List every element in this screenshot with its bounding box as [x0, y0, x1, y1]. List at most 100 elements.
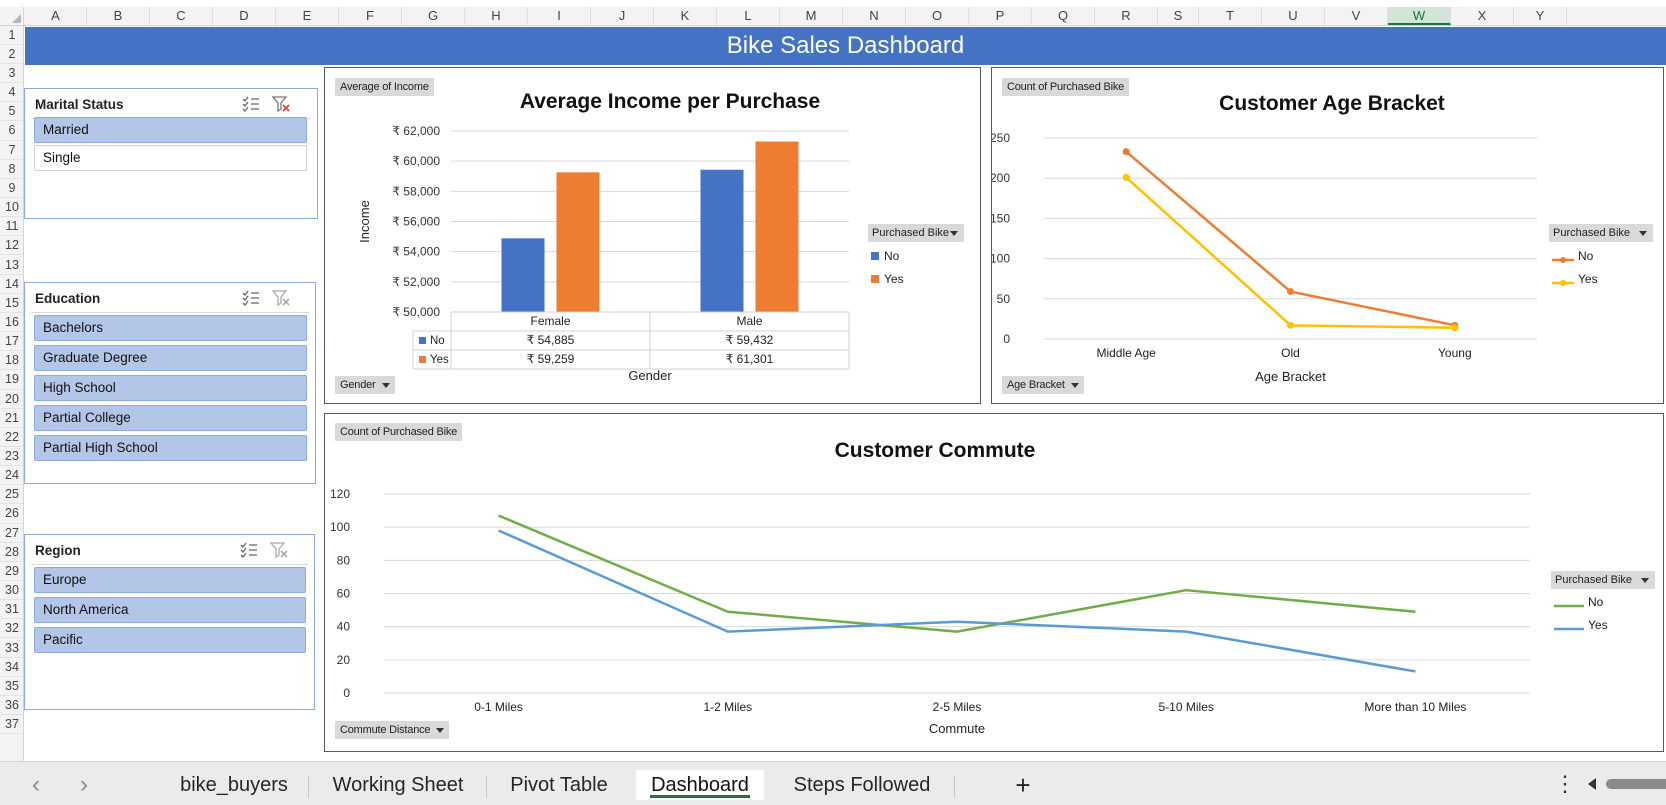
row-header-13[interactable]: 13 — [0, 256, 23, 275]
row-header-28[interactable]: 28 — [0, 543, 23, 562]
row-header-14[interactable]: 14 — [0, 275, 23, 294]
row-header-5[interactable]: 5 — [0, 102, 23, 122]
row-header-32[interactable]: 32 — [0, 619, 23, 639]
row-header-18[interactable]: 18 — [0, 351, 23, 371]
row-header-9[interactable]: 9 — [0, 179, 23, 199]
row-header-22[interactable]: 22 — [0, 428, 23, 447]
column-header-p[interactable]: P — [969, 7, 1032, 25]
column-header-k[interactable]: K — [654, 7, 717, 25]
row-header-3[interactable]: 3 — [0, 64, 23, 84]
row-header-16[interactable]: 16 — [0, 313, 23, 333]
row-header-17[interactable]: 17 — [0, 332, 23, 352]
slicer-item-single[interactable]: Single — [34, 145, 307, 171]
column-header-d[interactable]: D — [213, 7, 276, 25]
row-header-12[interactable]: 12 — [0, 236, 23, 256]
column-header-q[interactable]: Q — [1032, 7, 1095, 25]
row-header-11[interactable]: 11 — [0, 217, 23, 237]
slicer-education[interactable]: Education Bachelors Graduate Degree High… — [24, 282, 316, 484]
row-header-2[interactable]: 2 — [0, 45, 23, 64]
column-header-g[interactable]: G — [402, 7, 465, 25]
column-header-r[interactable]: R — [1095, 7, 1158, 25]
select-all-corner[interactable] — [0, 7, 24, 25]
row-header-29[interactable]: 29 — [0, 562, 23, 582]
column-header-s[interactable]: S — [1158, 7, 1199, 25]
column-header-i[interactable]: I — [528, 7, 591, 25]
row-header-15[interactable]: 15 — [0, 294, 23, 313]
sheet-tab-dashboard[interactable]: Dashboard — [636, 770, 764, 800]
row-header-6[interactable]: 6 — [0, 121, 23, 141]
multi-select-icon[interactable] — [239, 541, 259, 559]
slicer-item-high-school[interactable]: High School — [34, 375, 307, 401]
axis-field-button[interactable]: Gender — [335, 376, 395, 394]
slicer-item-north-america[interactable]: North America — [34, 597, 306, 623]
column-header-v[interactable]: V — [1325, 7, 1388, 25]
column-header-x[interactable]: X — [1451, 7, 1514, 25]
more-options-icon[interactable]: ⋮ — [1554, 771, 1576, 797]
column-header-n[interactable]: N — [843, 7, 906, 25]
legend-filter-button[interactable]: Purchased Bike — [868, 224, 964, 242]
sheet-tab-bike-buyers[interactable]: bike_buyers — [168, 770, 300, 800]
chart-average-income[interactable]: Average of Income Average Income per Pur… — [324, 67, 981, 404]
column-header-b[interactable]: B — [87, 7, 150, 25]
row-header-36[interactable]: 36 — [0, 696, 23, 716]
slicer-item-partial-high-school[interactable]: Partial High School — [34, 435, 307, 461]
slicer-item-married[interactable]: Married — [34, 117, 307, 143]
column-header-o[interactable]: O — [906, 7, 969, 25]
column-header-f[interactable]: F — [339, 7, 402, 25]
row-header-23[interactable]: 23 — [0, 447, 23, 467]
legend-filter-button[interactable]: Purchased Bike — [1549, 224, 1653, 242]
chart-customer-commute[interactable]: Count of Purchased Bike Customer Commute… — [324, 413, 1664, 752]
column-header-u[interactable]: U — [1262, 7, 1325, 25]
row-header-7[interactable]: 7 — [0, 141, 23, 160]
row-header-19[interactable]: 19 — [0, 370, 23, 390]
legend-filter-button[interactable]: Purchased Bike — [1551, 571, 1655, 589]
axis-field-button[interactable]: Commute Distance — [335, 721, 450, 739]
column-header-a[interactable]: A — [25, 7, 87, 25]
column-header-h[interactable]: H — [465, 7, 528, 25]
slicer-item-bachelors[interactable]: Bachelors — [34, 315, 307, 341]
sheet-tab-working-sheet[interactable]: Working Sheet — [316, 770, 480, 800]
scroll-tabs-left-icon[interactable]: ‹ — [32, 771, 40, 799]
clear-filter-icon[interactable] — [269, 541, 289, 559]
row-header-21[interactable]: 21 — [0, 409, 23, 428]
column-header-c[interactable]: C — [150, 7, 213, 25]
row-header-8[interactable]: 8 — [0, 160, 23, 179]
row-header-20[interactable]: 20 — [0, 390, 23, 409]
row-header-27[interactable]: 27 — [0, 524, 23, 543]
column-header-j[interactable]: J — [591, 7, 654, 25]
row-header-1[interactable]: 1 — [0, 26, 23, 45]
row-header-26[interactable]: 26 — [0, 504, 23, 524]
column-header-l[interactable]: L — [717, 7, 780, 25]
horizontal-scrollbar[interactable] — [1584, 773, 1666, 795]
row-header-24[interactable]: 24 — [0, 466, 23, 486]
sheet-tab-pivot-table[interactable]: Pivot Table — [494, 770, 624, 800]
column-header-e[interactable]: E — [276, 7, 339, 25]
clear-filter-icon[interactable] — [271, 289, 291, 307]
column-header-w[interactable]: W — [1388, 7, 1451, 25]
slicer-item-pacific[interactable]: Pacific — [34, 627, 306, 653]
row-header-34[interactable]: 34 — [0, 658, 23, 677]
row-header-35[interactable]: 35 — [0, 677, 23, 696]
slicer-item-graduate-degree[interactable]: Graduate Degree — [34, 345, 307, 371]
row-header-37[interactable]: 37 — [0, 715, 23, 735]
column-header-y[interactable]: Y — [1514, 7, 1567, 25]
row-header-10[interactable]: 10 — [0, 198, 23, 218]
row-header-4[interactable]: 4 — [0, 83, 23, 103]
clear-filter-icon[interactable] — [271, 95, 291, 113]
slicer-marital-status[interactable]: Marital Status Married Single — [24, 88, 318, 219]
column-header-m[interactable]: M — [780, 7, 843, 25]
axis-field-button[interactable]: Age Bracket — [1002, 376, 1084, 394]
row-header-31[interactable]: 31 — [0, 600, 23, 620]
slicer-region[interactable]: Region Europe North America Pacific — [24, 534, 315, 710]
multi-select-icon[interactable] — [241, 289, 261, 307]
slicer-item-partial-college[interactable]: Partial College — [34, 405, 307, 431]
row-header-25[interactable]: 25 — [0, 485, 23, 505]
multi-select-icon[interactable] — [241, 95, 261, 113]
row-header-30[interactable]: 30 — [0, 581, 23, 601]
add-sheet-button[interactable]: + — [1008, 770, 1038, 800]
scroll-tabs-right-icon[interactable]: › — [80, 771, 88, 799]
sheet-tab-steps-followed[interactable]: Steps Followed — [778, 770, 946, 800]
column-header-t[interactable]: T — [1199, 7, 1262, 25]
chart-age-bracket[interactable]: Count of Purchased Bike Customer Age Bra… — [991, 67, 1664, 404]
slicer-item-europe[interactable]: Europe — [34, 567, 306, 593]
